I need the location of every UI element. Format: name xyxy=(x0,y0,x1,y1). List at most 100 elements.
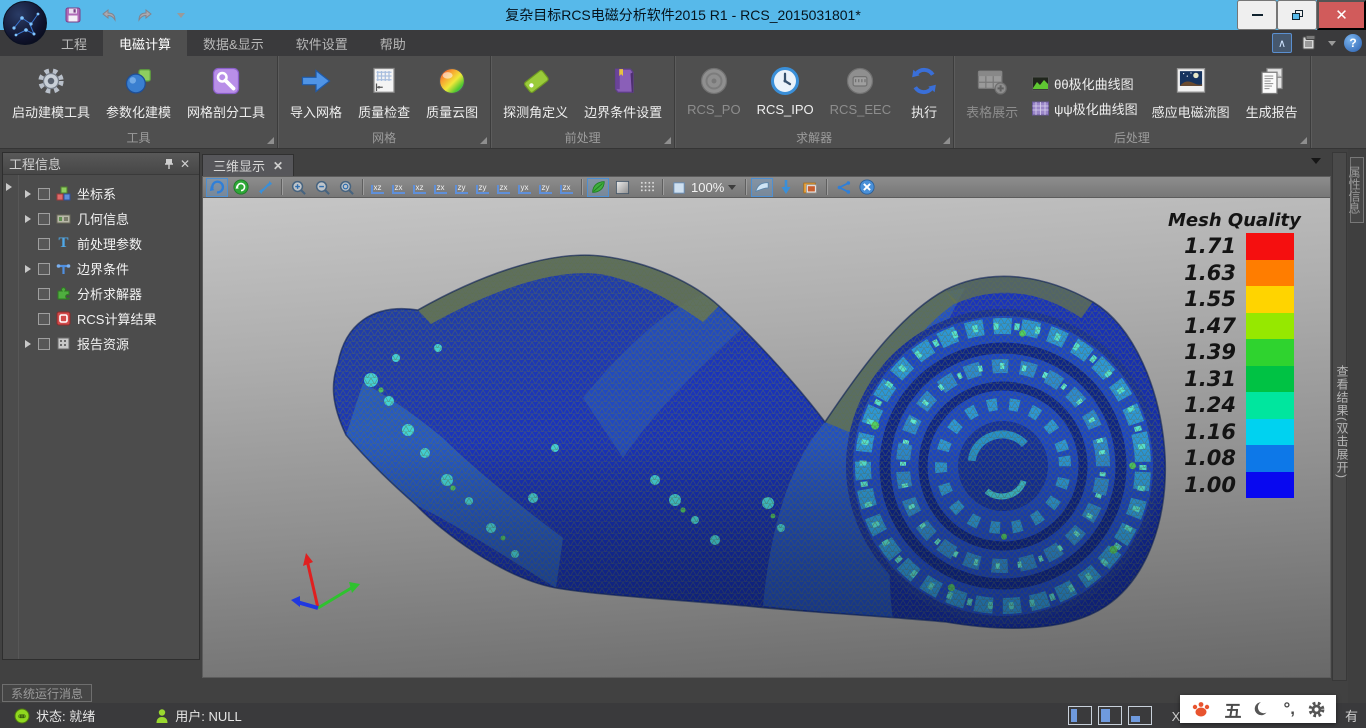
psi-polarization-curve-button[interactable]: ψψ极化曲线图 xyxy=(1032,99,1138,118)
quality-cloud-button[interactable]: 质量云图 xyxy=(418,60,486,132)
generate-report-button[interactable]: 生成报告 xyxy=(1238,60,1306,132)
pin-icon[interactable] xyxy=(161,156,177,172)
gray-port-icon xyxy=(843,64,877,98)
layout-split-button[interactable] xyxy=(1098,706,1122,725)
view-preset-button[interactable]: zx xyxy=(389,178,408,197)
view-preset-button[interactable]: zy xyxy=(536,178,555,197)
ribbon-group-mesh: 导入网格 质量检查 质量云图 网格 xyxy=(278,56,491,148)
puzzle-icon xyxy=(55,285,72,302)
view-preset-button[interactable]: zy xyxy=(452,178,471,197)
tree-item-preprocess-params[interactable]: T 前处理参数 xyxy=(3,231,199,256)
status-smiley-icon xyxy=(14,708,30,724)
results-expand-bar[interactable]: 查看结果(双击展开) xyxy=(1332,152,1347,681)
view-preset-button[interactable]: zx xyxy=(494,178,513,197)
dialog-launcher-icon[interactable] xyxy=(1300,137,1307,144)
rotate-icon xyxy=(209,179,225,195)
moon-icon[interactable] xyxy=(1253,700,1271,718)
checkbox[interactable] xyxy=(38,263,50,275)
rcs-ipo-button[interactable]: RCS_IPO xyxy=(749,60,822,132)
property-info-tab[interactable]: 属性信息 xyxy=(1350,157,1364,223)
dialog-launcher-icon[interactable] xyxy=(480,137,487,144)
ime-punctuation-mode[interactable]: °, xyxy=(1283,699,1295,719)
checkbox[interactable] xyxy=(38,313,50,325)
zoom-in-button[interactable] xyxy=(287,178,309,197)
close-panel-icon[interactable]: ✕ xyxy=(177,156,193,172)
system-messages-tab[interactable]: 系统运行消息 xyxy=(2,684,92,702)
snapshot-button[interactable] xyxy=(799,178,821,197)
tab-3d-display[interactable]: 三维显示 ✕ xyxy=(202,154,294,176)
view-preset-button[interactable]: zx xyxy=(557,178,576,197)
induction-current-map-button[interactable]: 感应电磁流图 xyxy=(1144,60,1238,132)
parametric-modeling-button[interactable]: 参数化建模 xyxy=(98,60,179,132)
quality-check-button[interactable]: 质量检查 xyxy=(350,60,418,132)
view-preset-button[interactable]: zx xyxy=(431,178,450,197)
menu-tab-help[interactable]: 帮助 xyxy=(364,30,422,56)
cancel-button[interactable] xyxy=(856,178,878,197)
checkbox[interactable] xyxy=(38,288,50,300)
expander-icon[interactable] xyxy=(23,190,33,198)
minimize-button[interactable] xyxy=(1237,0,1277,30)
book-icon xyxy=(606,64,640,98)
tree-item-coordinate-system[interactable]: 坐标系 xyxy=(3,181,199,206)
view-preset-button[interactable]: zy xyxy=(473,178,492,197)
dialog-launcher-icon[interactable] xyxy=(267,137,274,144)
tree-item-geometry-info[interactable]: 几何信息 xyxy=(3,206,199,231)
shaded-view-button[interactable] xyxy=(587,178,609,197)
collapse-ribbon-button[interactable]: ∧ xyxy=(1272,33,1292,53)
view-preset-button[interactable]: xz xyxy=(368,178,387,197)
restore-button[interactable] xyxy=(1277,0,1317,30)
tree-item-analysis-solver[interactable]: 分析求解器 xyxy=(3,281,199,306)
layout-left-panel-button[interactable] xyxy=(1068,706,1092,725)
view-preset-button[interactable]: xz xyxy=(410,178,429,197)
selection-mode-button[interactable] xyxy=(751,178,773,197)
view-preset-button[interactable]: yx xyxy=(515,178,534,197)
drop-down-view-button[interactable] xyxy=(775,178,797,197)
import-mesh-button[interactable]: 导入网格 xyxy=(282,60,350,132)
points-view-button[interactable] xyxy=(635,178,657,197)
viewport-menu-caret[interactable] xyxy=(1311,158,1321,164)
surface-select-icon xyxy=(754,180,770,194)
expander-icon[interactable] xyxy=(23,215,33,223)
pan-view-button[interactable] xyxy=(254,178,276,197)
zoom-level-control[interactable]: 100% xyxy=(668,180,740,195)
tree-item-report-resources[interactable]: 报告资源 xyxy=(3,331,199,356)
tree-item-rcs-results[interactable]: RCS计算结果 xyxy=(3,306,199,331)
start-modeling-tool-button[interactable]: 启动建模工具 xyxy=(4,60,98,132)
chevron-down-icon[interactable] xyxy=(1328,41,1336,46)
expander-icon[interactable] xyxy=(23,340,33,348)
menu-tab-software-settings[interactable]: 软件设置 xyxy=(280,30,364,56)
layout-bottom-panel-button[interactable] xyxy=(1128,706,1152,725)
viewport-canvas-3d[interactable]: Mesh Quality 1.71 1.63 1.55 1.47 1.39 1.… xyxy=(202,198,1331,678)
checkbox[interactable] xyxy=(38,338,50,350)
sync-view-button[interactable] xyxy=(230,178,252,197)
tree-item-boundary-conditions[interactable]: 边界条件 xyxy=(3,256,199,281)
help-button[interactable]: ? xyxy=(1344,34,1362,52)
probe-angle-define-button[interactable]: 探测角定义 xyxy=(495,60,576,132)
night-photo-icon xyxy=(1174,64,1208,98)
close-button[interactable]: ✕ xyxy=(1317,0,1366,30)
menu-tab-data-display[interactable]: 数据&显示 xyxy=(187,30,280,56)
wireframe-view-button[interactable] xyxy=(611,178,633,197)
rotate-view-button[interactable] xyxy=(206,178,228,197)
mesh-partition-tool-button[interactable]: 网格剖分工具 xyxy=(179,60,273,132)
ime-paw-icon[interactable] xyxy=(1190,699,1212,719)
zoom-fit-button[interactable] xyxy=(335,178,357,197)
theta-polarization-curve-button[interactable]: θθ极化曲线图 xyxy=(1032,74,1138,93)
checkbox[interactable] xyxy=(38,188,50,200)
execute-button[interactable]: 执行 xyxy=(899,60,949,132)
expander-icon[interactable] xyxy=(23,265,33,273)
share-flow-button[interactable] xyxy=(832,178,854,197)
menu-tab-em-computation[interactable]: 电磁计算 xyxy=(103,30,187,56)
zoom-out-button[interactable] xyxy=(311,178,333,197)
ribbon-group-solver: RCS_PO RCS_IPO RCS_EEC xyxy=(675,56,954,148)
dialog-launcher-icon[interactable] xyxy=(664,137,671,144)
boundary-condition-settings-button[interactable]: 边界条件设置 xyxy=(576,60,670,132)
close-tab-icon[interactable]: ✕ xyxy=(273,159,283,173)
checkbox[interactable] xyxy=(38,213,50,225)
gear-icon[interactable] xyxy=(1307,700,1326,719)
ime-wubi-mode[interactable]: 五 xyxy=(1224,697,1241,722)
dialog-launcher-icon[interactable] xyxy=(943,137,950,144)
checkbox[interactable] xyxy=(38,238,50,250)
style-switcher-button[interactable] xyxy=(1300,33,1320,53)
menu-tab-project[interactable]: 工程 xyxy=(45,30,103,56)
